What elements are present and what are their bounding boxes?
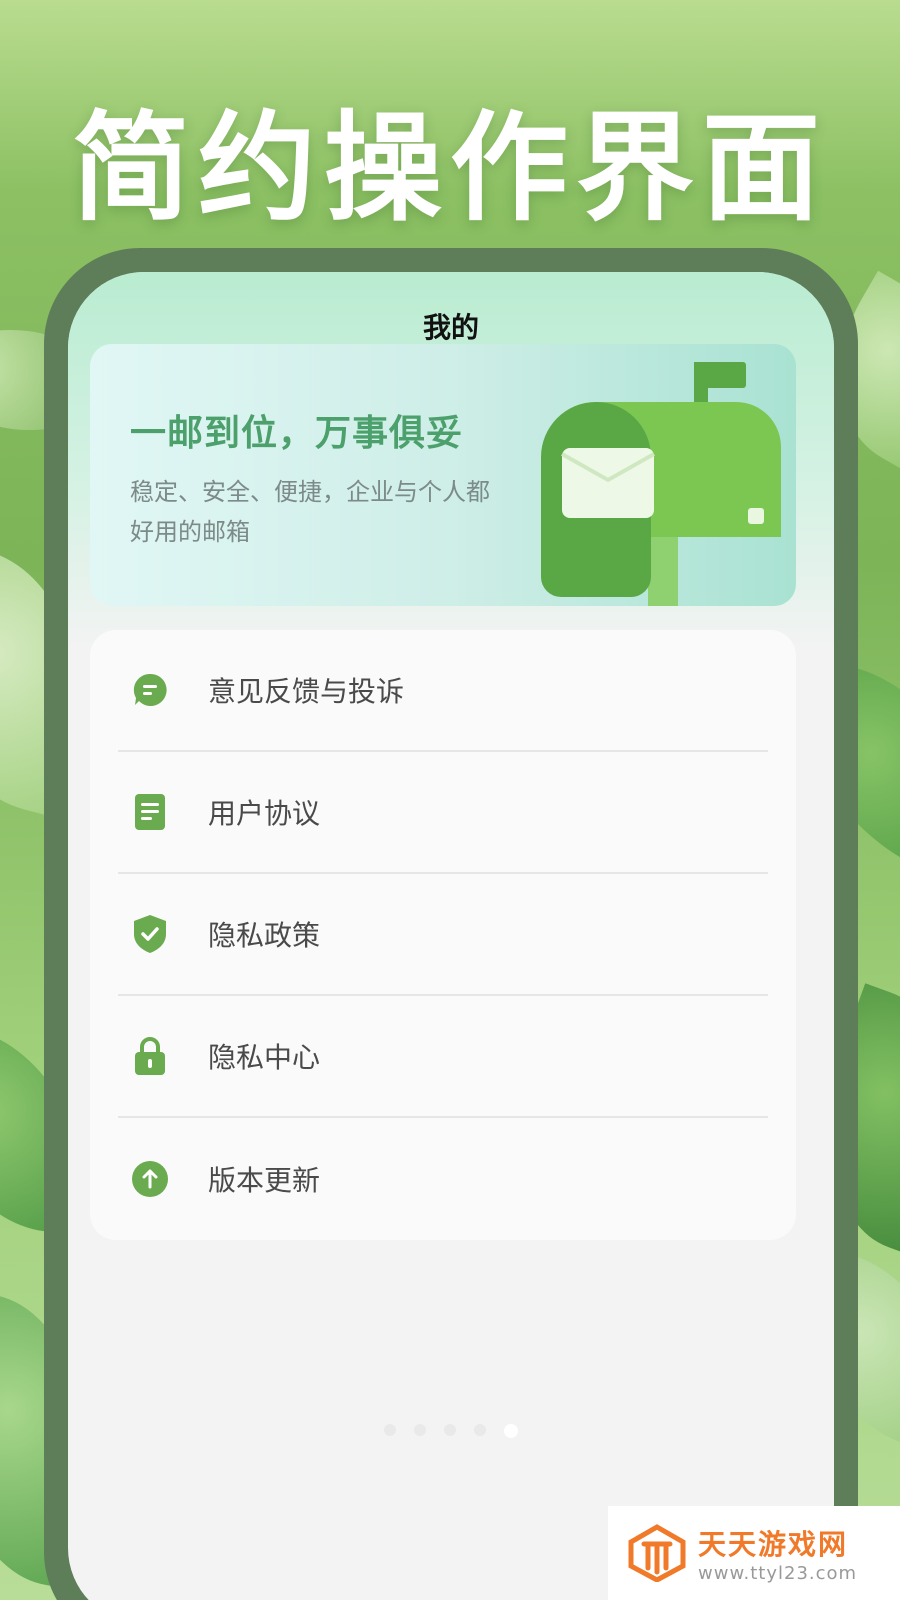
menu-item-label: 用户协议: [208, 797, 321, 830]
banner-headline: 一邮到位，万事俱妥: [130, 413, 464, 454]
menu-item-version-update[interactable]: 版本更新: [118, 1118, 768, 1240]
menu-item-label: 意见反馈与投诉: [208, 675, 405, 708]
menu-item-user-agreement[interactable]: 用户协议: [118, 752, 768, 874]
menu-item-feedback[interactable]: 意见反馈与投诉: [118, 630, 768, 752]
page-dot[interactable]: [474, 1424, 486, 1436]
banner-subtitle: 稳定、安全、便捷，企业与个人都好用的邮箱: [130, 478, 490, 546]
site-logo-icon: [628, 1524, 686, 1582]
lock-icon: [130, 1036, 170, 1076]
chat-bubble-icon: [130, 670, 170, 710]
page-dot-active[interactable]: [504, 1424, 518, 1438]
menu-item-privacy-center[interactable]: 隐私中心: [118, 996, 768, 1118]
page-dot[interactable]: [384, 1424, 396, 1436]
page-dot[interactable]: [444, 1424, 456, 1436]
shield-check-icon: [130, 914, 170, 954]
document-icon: [130, 792, 170, 832]
page-dot[interactable]: [414, 1424, 426, 1436]
mailbox-icon: [541, 362, 781, 606]
promo-banner[interactable]: 一邮到位，万事俱妥 稳定、安全、便捷，企业与个人都好用的邮箱: [90, 344, 796, 606]
watermark-name: 天天游戏网: [698, 1527, 849, 1561]
settings-menu: 意见反馈与投诉 用户协议 隐私政策 隐私中心 版本更新: [90, 630, 796, 1240]
page-indicator: [68, 1424, 834, 1438]
phone-frame: 我的 一邮到位，万事俱妥 稳定、安全、便捷，企业与个人都好用的邮箱 意见反馈与投…: [44, 248, 858, 1600]
menu-item-label: 版本更新: [208, 1164, 321, 1197]
site-watermark: 天天游戏网 www.ttyl23.com: [608, 1506, 900, 1600]
hero-title: 简约操作界面: [71, 99, 828, 237]
menu-item-label: 隐私政策: [208, 919, 321, 952]
page-title: 我的: [422, 311, 479, 344]
watermark-url: www.ttyl23.com: [698, 1562, 858, 1584]
menu-item-label: 隐私中心: [208, 1041, 321, 1074]
menu-item-privacy-policy[interactable]: 隐私政策: [118, 874, 768, 996]
arrow-up-circle-icon: [130, 1159, 170, 1199]
phone-screen: 我的 一邮到位，万事俱妥 稳定、安全、便捷，企业与个人都好用的邮箱 意见反馈与投…: [68, 272, 834, 1600]
